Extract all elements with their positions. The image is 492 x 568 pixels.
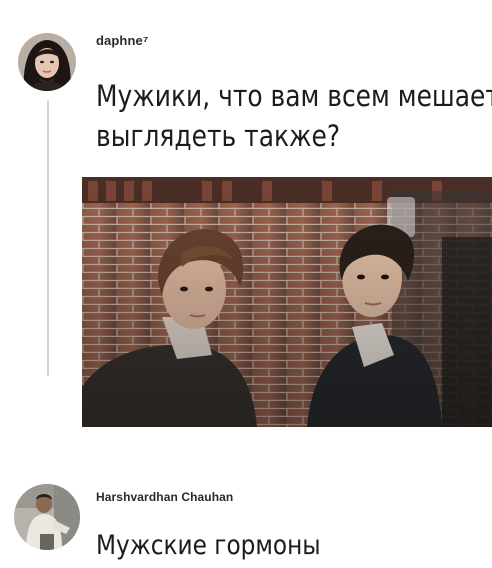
username[interactable]: daphne⁷ <box>96 33 148 48</box>
avatar[interactable] <box>18 33 76 91</box>
message-text: Мужики, что вам всем мешает выглядеть та… <box>96 76 492 156</box>
avatar[interactable] <box>14 484 80 550</box>
comment-thread: daphne⁷ Мужики, что вам всем мешает выгл… <box>0 0 492 568</box>
profile-photo-icon <box>14 484 80 550</box>
attached-photo[interactable] <box>82 177 492 427</box>
message-text: Мужские гормоны <box>96 530 321 561</box>
username[interactable]: Harshvardhan Chauhan <box>96 490 233 504</box>
message-line: выглядеть также? <box>96 119 341 153</box>
thread-connector-line <box>47 100 49 376</box>
message-line: Мужики, что вам всем мешает <box>96 79 492 113</box>
profile-photo-icon <box>18 33 76 91</box>
